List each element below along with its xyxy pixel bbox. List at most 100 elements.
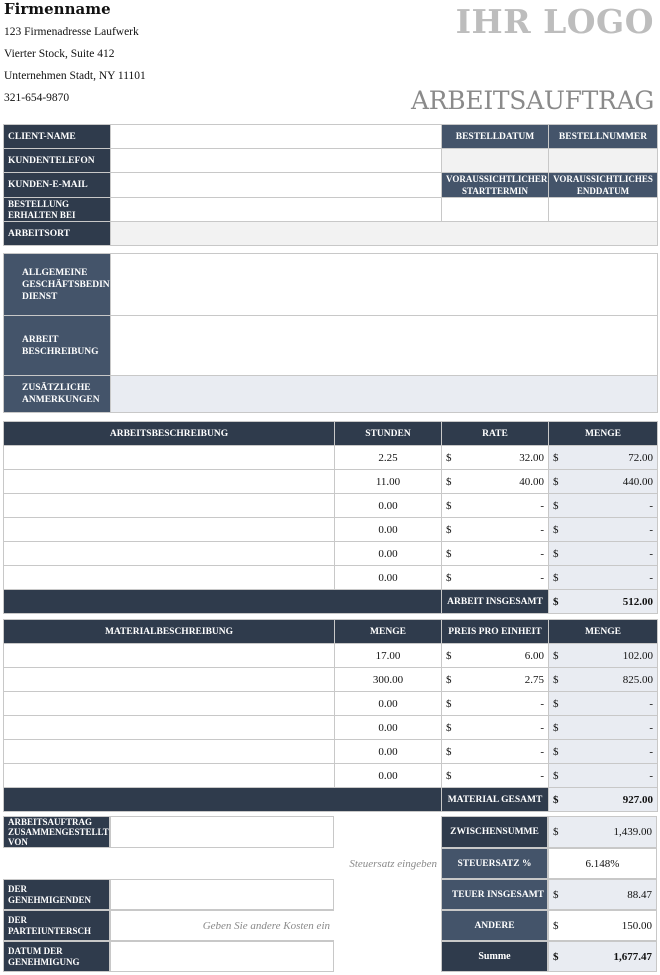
material-qty-cell[interactable]: 0.00 (334, 691, 442, 716)
table-row: 0.00 $ - $ - (3, 517, 658, 542)
labor-rate-cell[interactable]: - (540, 524, 544, 536)
material-header-unit-price: PREIS PRO EINHEIT (441, 619, 549, 644)
labor-hours-cell[interactable]: 2.25 (334, 445, 442, 470)
notes-label: ZUSÄTZLICHE ANMERKUNGEN (3, 375, 111, 413)
labor-amount-cell: 72.00 (628, 451, 653, 464)
company-address-line1: 123 Firmenadresse Laufwerk (4, 26, 139, 38)
table-row: 2.25 $32.00 $72.00 (3, 445, 658, 470)
labor-hours-cell[interactable]: 0.00 (334, 565, 442, 590)
expected-end-field[interactable] (548, 197, 658, 222)
labor-header-amount: MENGE (548, 421, 658, 446)
labor-rate-cell[interactable]: 32.00 (519, 452, 544, 464)
labor-rate-cell[interactable]: 40.00 (519, 476, 544, 488)
material-amount-cell: - (649, 697, 653, 710)
labor-amount-cell: - (649, 547, 653, 560)
order-number-field[interactable] (548, 148, 658, 173)
material-total-label: MATERIAL GESAMT (441, 787, 549, 812)
currency-symbol: $ (446, 673, 452, 686)
expected-start-field[interactable] (441, 197, 549, 222)
logo: IHR LOGO (455, 2, 654, 41)
currency-symbol: $ (553, 475, 559, 488)
table-row: 0.00 $ - $ - (3, 763, 658, 788)
currency-symbol: $ (446, 649, 452, 662)
currency-symbol: $ (446, 475, 452, 488)
labor-desc-cell[interactable] (3, 541, 335, 566)
labor-rate-cell[interactable]: - (540, 572, 544, 584)
currency-symbol: $ (553, 919, 559, 932)
currency-symbol: $ (553, 649, 559, 662)
labor-amount-cell: - (649, 571, 653, 584)
work-location-field[interactable] (110, 221, 658, 246)
labor-hours-cell[interactable]: 0.00 (334, 541, 442, 566)
compiled-by-field[interactable] (110, 816, 334, 848)
labor-rate-cell[interactable]: - (540, 548, 544, 560)
description-table: ALLGEMEINE GESCHÄFTSBEDINGUNGEN DIENST A… (3, 253, 658, 413)
labor-desc-cell[interactable] (3, 493, 335, 518)
labor-hours-cell[interactable]: 0.00 (334, 517, 442, 542)
table-row: 11.00 $40.00 $440.00 (3, 469, 658, 494)
labor-desc-cell[interactable] (3, 445, 335, 470)
material-header-quantity: MENGE (334, 619, 442, 644)
approval-date-field[interactable] (110, 941, 334, 972)
order-received-field[interactable] (110, 197, 442, 222)
other-value[interactable]: 150.00 (622, 920, 652, 932)
order-received-label: BESTELLUNG ERHALTEN BEI (3, 197, 111, 222)
material-qty-cell[interactable]: 17.00 (334, 643, 442, 668)
tax-rate-hint: Steuersatz eingeben (349, 857, 437, 870)
table-row: 0.00 $ - $ - (3, 715, 658, 740)
subtotal-value: 1,439.00 (613, 826, 653, 838)
material-qty-cell[interactable]: 300.00 (334, 667, 442, 692)
material-total-spacer (3, 787, 442, 812)
labor-header-description: ARBEITSBESCHREIBUNG (3, 421, 335, 446)
document-title: ARBEITSAUFTRAG (411, 86, 654, 115)
labor-amount-cell: - (649, 499, 653, 512)
material-desc-cell[interactable] (3, 763, 335, 788)
material-qty-cell[interactable]: 0.00 (334, 715, 442, 740)
other-label: ANDERE (441, 910, 548, 941)
empty-spacer (334, 816, 441, 848)
material-qty-cell[interactable]: 0.00 (334, 763, 442, 788)
labor-table: ARBEITSBESCHREIBUNG STUNDEN RATE MENGE 2… (3, 421, 658, 614)
client-name-field[interactable] (110, 124, 442, 149)
labor-rate-cell[interactable]: - (540, 500, 544, 512)
currency-symbol: $ (553, 950, 559, 963)
labor-total-spacer (3, 589, 442, 614)
labor-hours-cell[interactable]: 0.00 (334, 493, 442, 518)
terms-label: ALLGEMEINE GESCHÄFTSBEDINGUNGEN DIENST (3, 253, 111, 316)
material-desc-cell[interactable] (3, 691, 335, 716)
notes-field[interactable] (110, 375, 658, 413)
material-price-cell[interactable]: - (540, 746, 544, 758)
labor-desc-cell[interactable] (3, 565, 335, 590)
table-row: 0.00 $ - $ - (3, 691, 658, 716)
material-desc-cell[interactable] (3, 667, 335, 692)
material-price-cell[interactable]: - (540, 770, 544, 782)
material-price-cell[interactable]: - (540, 722, 544, 734)
work-description-field[interactable] (110, 315, 658, 376)
company-address-line2: Vierter Stock, Suite 412 (4, 48, 115, 60)
labor-total-label: ARBEIT INSGESAMT (441, 589, 549, 614)
tax-rate-field[interactable]: 6.148% (548, 848, 657, 879)
terms-field[interactable] (110, 253, 658, 316)
material-desc-cell[interactable] (3, 715, 335, 740)
order-date-field[interactable] (441, 148, 549, 173)
order-number-label: BESTELLNUMMER (548, 124, 658, 149)
material-amount-cell: 102.00 (622, 649, 653, 662)
tax-total-value: 88.47 (627, 888, 652, 901)
material-desc-cell[interactable] (3, 643, 335, 668)
material-amount-cell: 825.00 (622, 673, 653, 686)
material-price-cell[interactable]: - (540, 698, 544, 710)
client-phone-field[interactable] (110, 148, 442, 173)
currency-symbol: $ (553, 888, 559, 901)
labor-header-rate: RATE (441, 421, 549, 446)
labor-desc-cell[interactable] (3, 517, 335, 542)
client-email-field[interactable] (110, 172, 442, 198)
approver-field[interactable] (110, 879, 334, 910)
labor-hours-cell[interactable]: 11.00 (334, 469, 442, 494)
tax-total-label: TEUER INSGESAMT (441, 879, 548, 910)
labor-total-value: 512.00 (622, 595, 653, 608)
material-desc-cell[interactable] (3, 739, 335, 764)
material-qty-cell[interactable]: 0.00 (334, 739, 442, 764)
material-price-cell[interactable]: 2.75 (525, 674, 544, 686)
material-price-cell[interactable]: 6.00 (525, 650, 544, 662)
labor-desc-cell[interactable] (3, 469, 335, 494)
